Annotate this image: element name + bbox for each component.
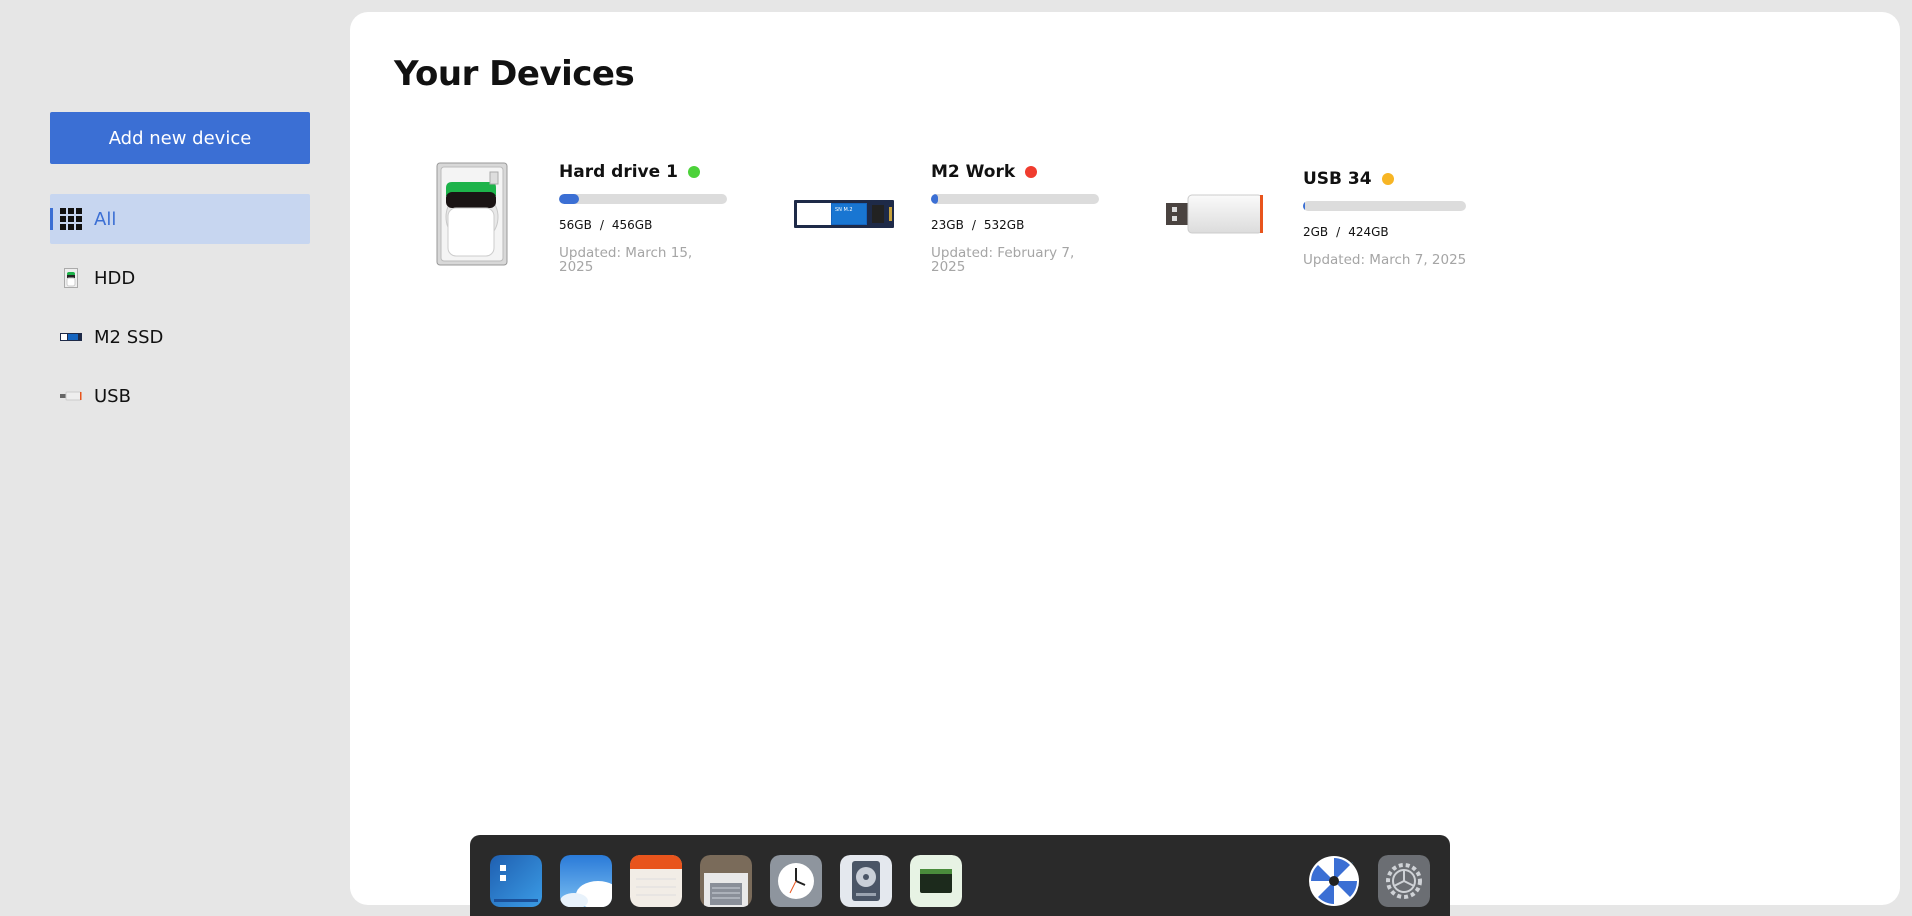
sidebar: Add new device All HDD M2 SSD USB bbox=[50, 112, 310, 430]
usb-drive-image bbox=[1166, 162, 1266, 266]
status-indicator bbox=[687, 166, 700, 178]
usage-bar bbox=[559, 194, 727, 204]
hard-drive-image bbox=[422, 162, 522, 266]
capacity-separator: / bbox=[599, 218, 604, 232]
grid-icon bbox=[60, 208, 82, 230]
add-new-device-button[interactable]: Add new device bbox=[50, 112, 310, 164]
dock bbox=[470, 835, 1450, 916]
usb-icon bbox=[60, 385, 82, 407]
device-name: M2 Work bbox=[931, 162, 1016, 182]
usage-bar-fill bbox=[1303, 201, 1305, 211]
status-indicator bbox=[1381, 173, 1394, 185]
ssd-icon bbox=[60, 326, 82, 348]
launcher-icon[interactable] bbox=[1308, 855, 1360, 907]
sidebar-item-usb[interactable]: USB bbox=[50, 371, 310, 421]
used-capacity: 56GB bbox=[559, 218, 592, 232]
disks-app-icon[interactable] bbox=[840, 855, 892, 907]
status-indicator bbox=[1025, 166, 1038, 178]
notes-app-icon[interactable] bbox=[630, 855, 682, 907]
sidebar-item-all[interactable]: All bbox=[50, 194, 310, 244]
sidebar-item-label: HDD bbox=[94, 267, 136, 289]
archive-app-icon[interactable] bbox=[700, 855, 752, 907]
main-panel: Your Devices Hard drive 1 56GB / 456GB U… bbox=[350, 12, 1900, 905]
total-capacity: 424GB bbox=[1348, 225, 1389, 239]
sidebar-item-label: All bbox=[94, 208, 117, 230]
last-updated: Updated: March 15, 2025 bbox=[559, 245, 693, 275]
sidebar-item-label: USB bbox=[94, 385, 131, 407]
terminal-app-icon[interactable] bbox=[910, 855, 962, 907]
total-capacity: 456GB bbox=[611, 218, 653, 232]
settings-app-icon[interactable] bbox=[1378, 855, 1430, 907]
clock-app-icon[interactable] bbox=[770, 855, 822, 907]
usage-bar-fill bbox=[931, 194, 938, 204]
page-title: Your Devices bbox=[394, 54, 635, 94]
device-card-usb-34[interactable]: USB 34 2GB / 424GB Updated: March 7, 2025 bbox=[1166, 162, 1538, 274]
capacity-readout: 2GB / 424GB bbox=[1303, 225, 1473, 239]
hdd-icon bbox=[60, 267, 82, 289]
used-capacity: 2GB bbox=[1303, 225, 1329, 239]
last-updated: Updated: March 7, 2025 bbox=[1303, 252, 1467, 268]
device-name: Hard drive 1 bbox=[559, 162, 678, 182]
capacity-separator: / bbox=[1336, 225, 1341, 239]
capacity-separator: / bbox=[971, 218, 976, 232]
sidebar-item-m2-ssd[interactable]: M2 SSD bbox=[50, 312, 310, 362]
weather-app-icon[interactable] bbox=[560, 855, 612, 907]
device-name: USB 34 bbox=[1303, 169, 1372, 189]
capacity-readout: 23GB / 532GB bbox=[931, 218, 1101, 232]
device-card-hard-drive-1[interactable]: Hard drive 1 56GB / 456GB Updated: March 1… bbox=[422, 162, 794, 274]
usage-bar bbox=[931, 194, 1099, 204]
usage-bar-fill bbox=[559, 194, 580, 204]
device-filter-nav: All HDD M2 SSD USB bbox=[50, 194, 310, 421]
svg-text:SN M.2: SN M.2 bbox=[835, 207, 853, 213]
device-card-m2-work[interactable]: SN M.2 M2 Work 23GB / 532GB Updated: Febru… bbox=[794, 162, 1166, 274]
device-list: Hard drive 1 56GB / 456GB Updated: March 1… bbox=[422, 162, 1538, 274]
sidebar-item-label: M2 SSD bbox=[94, 326, 164, 348]
m2-ssd-image: SN M.2 bbox=[794, 162, 894, 266]
capacity-readout: 56GB / 456GB bbox=[559, 218, 729, 232]
files-app-icon[interactable] bbox=[490, 855, 542, 907]
total-capacity: 532GB bbox=[983, 218, 1025, 232]
used-capacity: 23GB bbox=[931, 218, 964, 232]
last-updated: Updated: February 7, 2025 bbox=[931, 245, 1075, 275]
usage-bar bbox=[1303, 201, 1466, 211]
sidebar-item-hdd[interactable]: HDD bbox=[50, 253, 310, 303]
